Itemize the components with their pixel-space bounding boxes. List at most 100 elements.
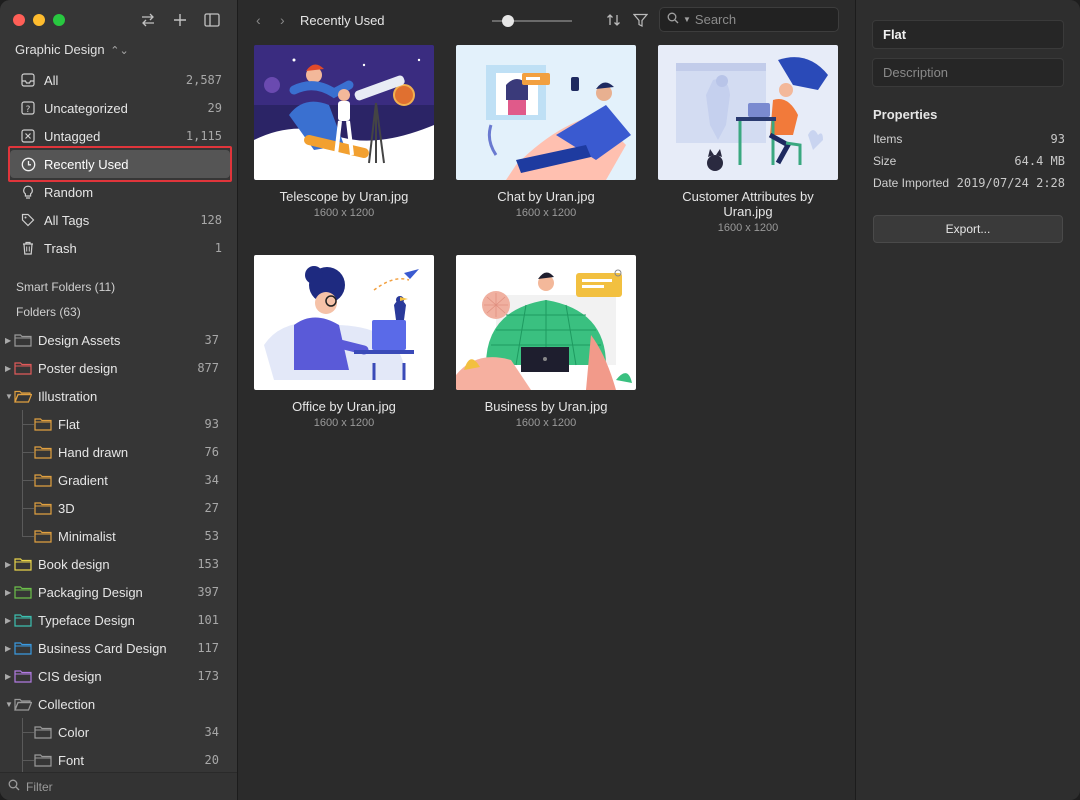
name-input[interactable]: [883, 27, 1053, 42]
trash-icon: [20, 240, 36, 256]
sidebar-item-label: Trash: [44, 240, 77, 256]
folder-row[interactable]: ▶ Poster design 877: [0, 354, 237, 382]
disclosure-collapsed-icon[interactable]: ▶: [0, 364, 14, 373]
smart-folders-header[interactable]: Smart Folders (11): [16, 280, 115, 294]
description-input[interactable]: [883, 65, 1053, 80]
sidebar-item-all[interactable]: All 2,587: [10, 66, 230, 94]
description-field[interactable]: [872, 58, 1064, 87]
folder-count: 117: [197, 641, 219, 655]
sidebar-item-all-tags[interactable]: All Tags 128: [10, 206, 230, 234]
folder-row[interactable]: ▶ Book design 153: [0, 550, 237, 578]
search-box[interactable]: ▼: [659, 7, 839, 32]
sidebar-toggle-icon[interactable]: [203, 11, 221, 29]
folder-icon: [34, 417, 52, 431]
folder-icon: [14, 361, 32, 375]
export-button[interactable]: Export...: [873, 215, 1063, 243]
folder-label: Illustration: [38, 388, 98, 404]
grid-item-business[interactable]: Business by Uran.jpg 1600 x 1200: [456, 255, 636, 429]
grid-item-customer-attributes[interactable]: Customer Attributes by Uran.jpg 1600 x 1…: [658, 45, 838, 234]
folder-row[interactable]: Gradient 34: [0, 466, 237, 494]
sidebar-item-random[interactable]: Random: [10, 178, 230, 206]
name-field[interactable]: [872, 20, 1064, 49]
grid-item-office[interactable]: Office by Uran.jpg 1600 x 1200: [254, 255, 434, 429]
folder-label: Packaging Design: [38, 584, 143, 600]
library-switcher[interactable]: Graphic Design ⌃⌄: [15, 42, 129, 57]
filter-bar[interactable]: Filter: [0, 772, 237, 800]
disclosure-collapsed-icon[interactable]: ▶: [0, 644, 14, 653]
slider-knob[interactable]: [502, 15, 514, 27]
folder-icon: [14, 333, 32, 347]
disclosure-collapsed-icon[interactable]: ▶: [0, 588, 14, 597]
sidebar-toolbar: [139, 11, 221, 29]
folder-icon: [34, 725, 52, 739]
folder-row[interactable]: Font 20: [0, 746, 237, 774]
disclosure-expanded-icon[interactable]: ▼: [0, 700, 14, 709]
folder-row[interactable]: ▶ Business Card Design 117: [0, 634, 237, 662]
minimize-window-button[interactable]: [33, 14, 45, 26]
sort-icon[interactable]: [605, 11, 623, 29]
folder-row[interactable]: 3D 27: [0, 494, 237, 522]
folder-label: Business Card Design: [38, 640, 167, 656]
folder-row[interactable]: Color 34: [0, 718, 237, 746]
close-window-button[interactable]: [13, 14, 25, 26]
folder-row[interactable]: ▶ Design Assets 37: [0, 326, 237, 354]
app-window: Graphic Design ⌃⌄ All 2,587 ? Uncategori…: [0, 0, 1080, 800]
grid-item-telescope[interactable]: Telescope by Uran.jpg 1600 x 1200: [254, 45, 434, 219]
folder-row[interactable]: Minimalist 53: [0, 522, 237, 550]
swap-arrows-icon[interactable]: [139, 11, 157, 29]
filter-funnel-icon[interactable]: [631, 11, 649, 29]
disclosure-collapsed-icon[interactable]: ▶: [0, 616, 14, 625]
sidebar-item-trash[interactable]: Trash 1: [10, 234, 230, 262]
folders-header[interactable]: Folders (63): [16, 305, 81, 319]
folder-label: Gradient: [58, 472, 108, 488]
item-name: Telescope by Uran.jpg: [279, 189, 409, 204]
folder-row[interactable]: Flat 93: [0, 410, 237, 438]
disclosure-collapsed-icon[interactable]: ▶: [0, 560, 14, 569]
sidebar-item-label: Uncategorized: [44, 100, 128, 116]
sidebar-item-count: 29: [207, 101, 222, 115]
folder-count: 37: [204, 333, 219, 347]
folder-row[interactable]: ▶ Typeface Design 101: [0, 606, 237, 634]
folder-label: Hand drawn: [58, 444, 129, 460]
sidebar-item-recently-used[interactable]: Recently Used: [8, 146, 232, 182]
folder-row[interactable]: ▶ Packaging Design 397: [0, 578, 237, 606]
thumbnail-image[interactable]: [254, 255, 434, 390]
add-icon[interactable]: [171, 11, 189, 29]
folder-label: CIS design: [38, 668, 102, 684]
chevron-down-icon[interactable]: ▼: [683, 15, 691, 24]
folder-icon: [14, 613, 32, 627]
inbox-icon: [20, 72, 36, 88]
thumbnail-size-slider[interactable]: [492, 15, 572, 27]
thumbnail-image[interactable]: [254, 45, 434, 180]
zoom-window-button[interactable]: [53, 14, 65, 26]
back-chevron-icon[interactable]: ‹: [256, 12, 261, 28]
folder-row[interactable]: ▼ Illustration: [0, 382, 237, 410]
sidebar-nav: All 2,587 ? Uncategorized 29 Untagged 1,…: [8, 66, 232, 262]
folder-tree: ▶ Design Assets 37 ▶ Poster design 877 ▼ Illust…: [0, 326, 237, 788]
disclosure-expanded-icon[interactable]: ▼: [0, 392, 14, 401]
search-input[interactable]: [694, 12, 825, 27]
folder-icon: [34, 529, 52, 543]
folder-label: Flat: [58, 416, 80, 432]
filter-input[interactable]: Filter: [26, 780, 53, 794]
folder-row[interactable]: ▶ CIS design 173: [0, 662, 237, 690]
inspector-panel: Properties Items 93 Size 64.4 MB Date Im…: [855, 0, 1080, 800]
forward-chevron-icon[interactable]: ›: [280, 12, 285, 28]
thumbnail-image[interactable]: [658, 45, 838, 180]
folder-row[interactable]: Hand drawn 76: [0, 438, 237, 466]
sidebar-item-count: 128: [200, 213, 222, 227]
folder-count: 20: [204, 753, 219, 767]
item-name: Chat by Uran.jpg: [497, 189, 595, 204]
item-dimensions: 1600 x 1200: [313, 207, 375, 219]
folder-row[interactable]: ▼ Collection: [0, 690, 237, 718]
thumbnail-image[interactable]: [456, 45, 636, 180]
grid-item-chat[interactable]: Chat by Uran.jpg 1600 x 1200: [456, 45, 636, 219]
item-dimensions: 1600 x 1200: [515, 207, 577, 219]
sidebar-item-uncategorized[interactable]: ? Uncategorized 29: [10, 94, 230, 122]
disclosure-collapsed-icon[interactable]: ▶: [0, 336, 14, 345]
property-key: Items: [873, 132, 903, 146]
thumbnail-image[interactable]: [456, 255, 636, 390]
search-icon: [8, 779, 20, 794]
sidebar-item-untagged[interactable]: Untagged 1,115: [10, 122, 230, 150]
disclosure-collapsed-icon[interactable]: ▶: [0, 672, 14, 681]
